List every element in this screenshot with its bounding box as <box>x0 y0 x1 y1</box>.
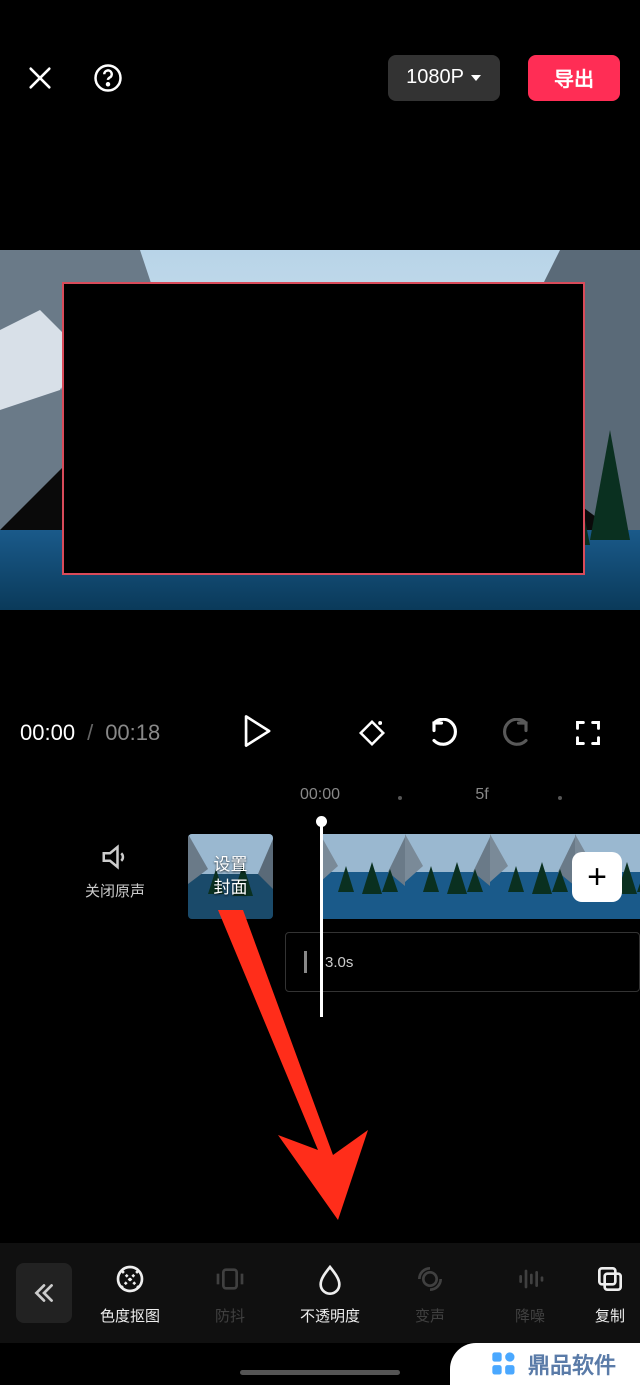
help-button[interactable] <box>88 58 128 98</box>
tool-voice-change[interactable]: 变声 <box>380 1261 480 1326</box>
play-button[interactable] <box>242 714 272 753</box>
tool-denoise[interactable]: 降噪 <box>480 1261 580 1326</box>
plus-icon: + <box>587 858 607 897</box>
opacity-icon <box>314 1263 346 1295</box>
play-icon <box>242 714 272 748</box>
clip-thumb <box>490 834 575 919</box>
tool-copy[interactable]: 复制 <box>580 1261 640 1326</box>
copy-icon <box>594 1263 626 1295</box>
timeline-ruler[interactable]: 00:00 5f <box>0 778 640 812</box>
mute-original-audio[interactable]: 关闭原声 <box>85 842 145 901</box>
ruler-mark-0: 00:00 <box>300 786 340 804</box>
tool-chroma-key[interactable]: 色度抠图 <box>80 1261 180 1326</box>
sub-duration: 3.0s <box>325 954 353 971</box>
set-cover-button[interactable]: 设置 封面 <box>188 834 273 919</box>
ruler-mark-1: 5f <box>475 786 488 804</box>
mute-label: 关闭原声 <box>85 880 145 901</box>
tool-label: 降噪 <box>515 1305 545 1326</box>
home-indicator <box>240 1370 400 1375</box>
help-icon <box>93 63 123 93</box>
resolution-selector[interactable]: 1080P <box>388 55 500 101</box>
watermark-logo-icon <box>490 1350 518 1378</box>
watermark: 鼎品软件 <box>450 1343 640 1385</box>
fullscreen-icon <box>574 719 602 747</box>
chevron-double-left-icon <box>31 1280 57 1306</box>
tool-label: 色度抠图 <box>100 1305 160 1326</box>
fullscreen-button[interactable] <box>570 715 606 751</box>
clip-thumb <box>320 834 405 919</box>
tool-label: 变声 <box>415 1305 445 1326</box>
keyframe-button[interactable] <box>354 715 390 751</box>
denoise-icon <box>514 1263 546 1295</box>
cover-label: 设置 封面 <box>214 854 248 898</box>
resolution-label: 1080P <box>406 66 464 89</box>
chevron-down-icon <box>470 72 482 84</box>
current-time: 00:00 <box>20 720 75 746</box>
timeline[interactable]: 关闭原声 设置 封面 + 3.0s <box>0 822 640 1012</box>
handle-icon <box>304 951 307 973</box>
redo-icon <box>501 718 531 748</box>
time-separator: / <box>87 720 93 746</box>
add-clip-button[interactable]: + <box>572 852 622 902</box>
tool-label: 复制 <box>595 1305 625 1326</box>
export-label: 导出 <box>554 63 594 92</box>
undo-button[interactable] <box>426 715 462 751</box>
watermark-text: 鼎品软件 <box>528 1348 616 1380</box>
ruler-tick <box>558 796 562 800</box>
sub-track[interactable]: 3.0s <box>285 932 640 992</box>
overlay-frame[interactable] <box>62 282 585 575</box>
chroma-icon <box>114 1263 146 1295</box>
undo-icon <box>429 718 459 748</box>
keyframe-icon <box>357 718 387 748</box>
redo-button[interactable] <box>498 715 534 751</box>
ruler-tick <box>398 796 402 800</box>
tool-opacity[interactable]: 不透明度 <box>280 1261 380 1326</box>
close-icon <box>26 64 54 92</box>
bottom-toolbar: 色度抠图 防抖 不透明度 变声 降噪 复制 <box>0 1243 640 1343</box>
video-preview[interactable] <box>0 250 640 610</box>
stabilize-icon <box>214 1263 246 1295</box>
export-button[interactable]: 导出 <box>528 55 620 101</box>
total-duration: 00:18 <box>105 720 160 746</box>
voice-icon <box>414 1263 446 1295</box>
tool-label: 防抖 <box>215 1305 245 1326</box>
clip-thumb <box>405 834 490 919</box>
tool-stabilize[interactable]: 防抖 <box>180 1261 280 1326</box>
close-button[interactable] <box>20 58 60 98</box>
speaker-icon <box>100 842 130 872</box>
playhead[interactable] <box>320 822 323 1017</box>
tool-label: 不透明度 <box>300 1305 360 1326</box>
collapse-tools-button[interactable] <box>16 1263 72 1323</box>
